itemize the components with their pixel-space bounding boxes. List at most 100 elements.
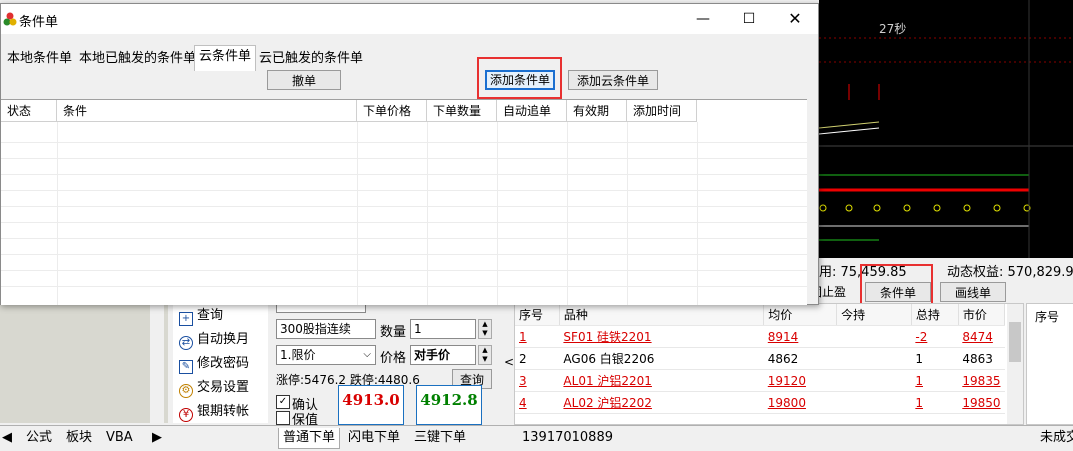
grid-row-line xyxy=(1,142,807,143)
tab-normal-order[interactable]: 普通下单 xyxy=(278,428,341,449)
menu-item-trade-settings[interactable]: ⚙ 交易设置 xyxy=(179,378,249,398)
right-scroll-icon[interactable]: ▶ xyxy=(150,428,164,448)
menu-item-bank-transfer[interactable]: ¥ 银期转帐 xyxy=(179,402,249,422)
col-auto-chase[interactable]: 自动追单 xyxy=(497,100,567,122)
grid-col-line xyxy=(697,122,698,305)
account-status-strip: 用: 75,459.85 动态权益: 570,829.92 xyxy=(819,258,1073,280)
qty-stepper[interactable]: ▲ ▼ xyxy=(478,319,492,339)
tab-flash-order[interactable]: 闪电下单 xyxy=(344,428,404,448)
left-panel-scrollbar[interactable] xyxy=(150,303,164,423)
table-row[interactable]: 1 SF01 硅铁2201 8914 -2 8474 xyxy=(515,325,1005,348)
row-total: 1 xyxy=(911,369,959,392)
menu-label: 查询 xyxy=(197,308,224,323)
grid-col-line xyxy=(567,122,568,305)
chart-markers xyxy=(819,204,1031,212)
col-header[interactable]: 今持 xyxy=(836,304,912,326)
order-entry-panel: 300股指连续 数量 1 ▲ ▼ 1.限价 ⌵ 价格 对手价 ▲ ▼ 涨停:5476… xyxy=(270,303,510,428)
dialog-titlebar[interactable]: 条件单 — ☐ ✕ xyxy=(1,4,818,34)
collapse-arrow-icon[interactable]: < xyxy=(504,355,514,369)
unfilled-col-header[interactable]: 序号 xyxy=(1035,308,1059,325)
contract-field[interactable]: 300股指连续 xyxy=(276,319,376,339)
minimize-icon[interactable]: — xyxy=(680,4,726,34)
tab-unfilled[interactable]: 未成交 xyxy=(1036,428,1073,448)
col-header[interactable]: 市价 xyxy=(958,304,1006,326)
chevron-down-icon: ⌵ xyxy=(363,349,371,360)
row-avg: 4862 xyxy=(763,347,837,370)
grid-row-line xyxy=(1,270,807,271)
hedge-checkbox[interactable] xyxy=(276,411,290,425)
add-conditional-order-button[interactable]: 添加条件单 xyxy=(485,70,555,90)
close-icon[interactable]: ✕ xyxy=(772,4,818,34)
col-order-qty[interactable]: 下单数量 xyxy=(427,100,497,122)
row-avg: 8914 xyxy=(763,325,837,348)
row-no: 3 xyxy=(515,369,560,392)
menu-label: 修改密码 xyxy=(197,356,250,371)
price-input[interactable]: 对手价 xyxy=(410,345,476,365)
confirm-checkbox[interactable]: ✓ xyxy=(276,395,290,409)
left-scroll-icon[interactable]: ◀ xyxy=(0,428,14,448)
tab-cloud-conditional[interactable]: 云条件单 xyxy=(194,45,257,71)
tab-local-triggered[interactable]: 本地已触发的条件单 xyxy=(75,48,200,70)
menu-label: 自动换月 xyxy=(197,332,250,347)
maximize-icon[interactable]: ☐ xyxy=(726,4,772,34)
row-no: 4 xyxy=(515,391,560,414)
equity-text: 动态权益: 570,829.92 xyxy=(947,265,1073,280)
order-type-select[interactable]: 1.限价 ⌵ xyxy=(276,345,376,365)
cancel-order-button[interactable]: 撤单 xyxy=(267,70,341,90)
positions-scrollbar[interactable] xyxy=(1007,304,1023,424)
menu-item-query[interactable]: + 查询 xyxy=(179,306,223,326)
col-status[interactable]: 状态 xyxy=(1,100,57,122)
col-order-price[interactable]: 下单价格 xyxy=(357,100,427,122)
menu-item-auto-rollover[interactable]: ⇄ 自动换月 xyxy=(179,330,249,350)
chart-line xyxy=(819,121,880,129)
menu-item-change-password[interactable]: ✎ 修改密码 xyxy=(179,354,249,374)
buy-price-button[interactable]: 4913.0 xyxy=(338,385,404,425)
tab-vba[interactable]: VBA xyxy=(102,428,137,448)
col-validity[interactable]: 有效期 xyxy=(567,100,627,122)
grid-row-line xyxy=(1,238,807,239)
row-avg: 19800 xyxy=(763,391,837,414)
grid-row-line xyxy=(1,158,807,159)
grid-row-line xyxy=(1,254,807,255)
order-type-value: 1.限价 xyxy=(280,348,316,362)
table-row[interactable]: 4 AL02 沪铝2202 19800 1 19850 xyxy=(515,391,1005,414)
tab-three-key-order[interactable]: 三键下单 xyxy=(410,428,470,448)
row-total: 1 xyxy=(911,391,959,414)
grid-col-line xyxy=(497,122,498,305)
row-name: SF01 硅铁2201 xyxy=(559,325,764,348)
table-row[interactable]: 2 AG06 白银2206 4862 1 4863 xyxy=(515,347,1005,370)
unfilled-panel: 序号 xyxy=(1026,303,1073,425)
draw-line-order-button[interactable]: 画线单 xyxy=(940,282,1006,302)
row-today xyxy=(836,325,912,348)
col-add-time[interactable]: 添加时间 xyxy=(627,100,697,122)
account-number: 13917010889 xyxy=(522,430,613,445)
tab-sector[interactable]: 板块 xyxy=(62,428,96,448)
price-stepper[interactable]: ▲ ▼ xyxy=(478,345,492,365)
sell-price-button[interactable]: 4912.8 xyxy=(416,385,482,425)
chart-canvas xyxy=(819,0,1073,258)
row-total: -2 xyxy=(911,325,959,348)
bottom-bar: ◀ 公式 板块 VBA ▶ 普通下单 闪电下单 三键下单 13917010889… xyxy=(0,425,1073,451)
conditional-order-dialog: 条件单 — ☐ ✕ 本地条件单 本地已触发的条件单 云条件单 云已触发的条件单 … xyxy=(0,3,819,305)
col-header[interactable]: 品种 xyxy=(559,304,765,326)
entry-top-field[interactable] xyxy=(276,305,366,313)
grid-row-line xyxy=(1,222,807,223)
col-header[interactable]: 总持 xyxy=(911,304,959,326)
add-cloud-conditional-button[interactable]: 添加云条件单 xyxy=(568,70,658,90)
tab-local-conditional[interactable]: 本地条件单 xyxy=(3,48,76,70)
qty-input[interactable]: 1 xyxy=(410,319,476,339)
swap-icon: ⇄ xyxy=(179,336,193,350)
tab-formula[interactable]: 公式 xyxy=(22,428,56,448)
menu-label: 银期转帐 xyxy=(197,404,250,419)
positions-table: 序号 品种 均价 今持 总持 市价 1 SF01 硅铁2201 8914 -2 … xyxy=(514,303,1024,425)
grid-col-line xyxy=(627,122,628,305)
scrollbar-thumb[interactable] xyxy=(1009,322,1021,362)
grid-row-line xyxy=(1,174,807,175)
col-header[interactable]: 序号 xyxy=(515,304,560,326)
tab-cloud-triggered[interactable]: 云已触发的条件单 xyxy=(255,48,367,70)
col-condition[interactable]: 条件 xyxy=(57,100,357,122)
table-row[interactable]: 3 AL01 沪铝2201 19120 1 19835 xyxy=(515,369,1005,392)
row-mkt: 19835 xyxy=(958,369,1005,392)
conditional-order-button[interactable]: 条件单 xyxy=(865,282,931,302)
col-header[interactable]: 均价 xyxy=(763,304,838,326)
